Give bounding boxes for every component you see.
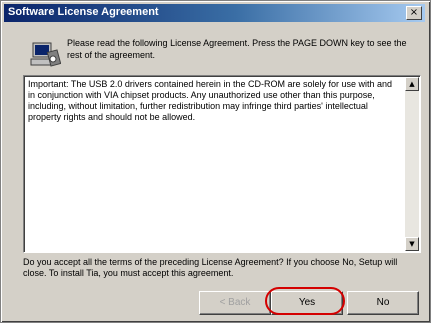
scroll-down-button[interactable]: ▼ — [405, 237, 419, 251]
window-title: Software License Agreement — [8, 6, 159, 18]
scroll-up-button[interactable]: ▲ — [405, 77, 419, 91]
close-button[interactable]: × — [406, 6, 422, 20]
license-dialog: Software License Agreement × Please read… — [0, 0, 431, 323]
no-button[interactable]: No — [347, 291, 419, 315]
setup-computer-icon — [30, 42, 61, 67]
license-scrollbar[interactable]: ▲ ▼ — [405, 77, 419, 251]
accept-question: Do you accept all the terms of the prece… — [23, 257, 398, 278]
title-bar[interactable]: Software License Agreement × — [4, 4, 425, 22]
license-text: Important: The USB 2.0 drivers contained… — [28, 79, 393, 122]
back-button[interactable]: < Back — [199, 291, 271, 315]
license-text-area[interactable]: Important: The USB 2.0 drivers contained… — [23, 75, 421, 253]
yes-highlight-annotation — [265, 287, 345, 315]
instruction-text: Please read the following License Agreem… — [67, 38, 407, 60]
